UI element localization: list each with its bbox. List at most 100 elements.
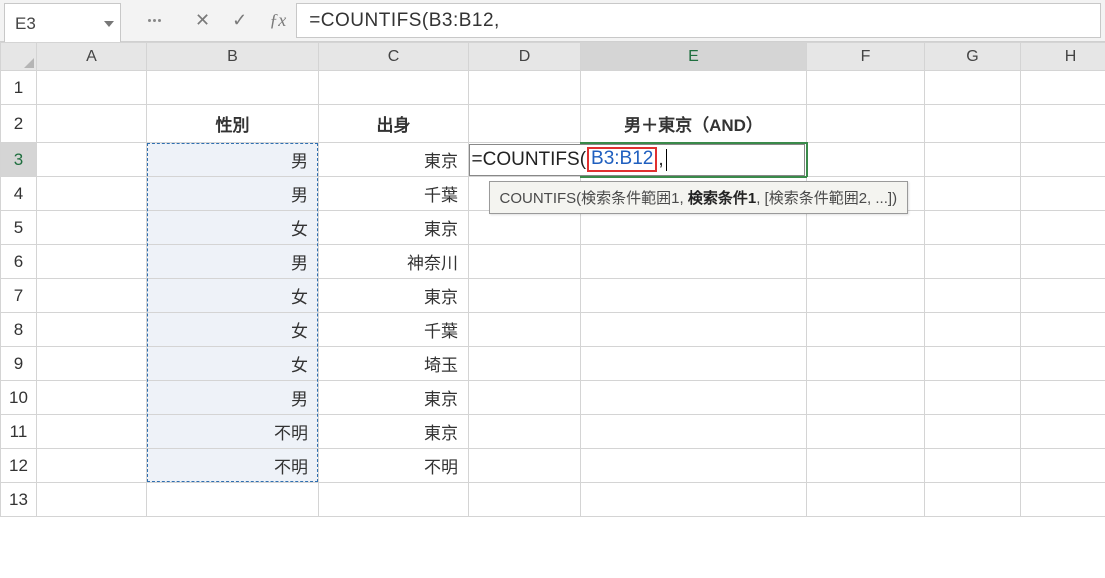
cell-H5[interactable] [1021,211,1105,245]
cell-G7[interactable] [925,279,1021,313]
cell-B6[interactable]: 男 [147,245,319,279]
cell-H13[interactable] [1021,483,1105,517]
cell-A9[interactable] [37,347,147,381]
cell-A1[interactable] [37,71,147,105]
cell-G10[interactable] [925,381,1021,415]
cell-C1[interactable] [319,71,469,105]
cell-G9[interactable] [925,347,1021,381]
col-header-G[interactable]: G [925,43,1021,71]
cell-E12[interactable] [581,449,807,483]
cell-A6[interactable] [37,245,147,279]
formula-input[interactable]: =COUNTIFS(B3:B12, [296,3,1101,38]
cell-A12[interactable] [37,449,147,483]
cell-G13[interactable] [925,483,1021,517]
name-box[interactable]: E3 [4,3,121,44]
cell-E10[interactable] [581,381,807,415]
cell-D13[interactable] [469,483,581,517]
chevron-down-icon[interactable] [104,21,114,27]
cell-F9[interactable] [807,347,925,381]
cell-F10[interactable] [807,381,925,415]
cell-C5[interactable]: 東京 [319,211,469,245]
cell-G2[interactable] [925,105,1021,143]
cell-A5[interactable] [37,211,147,245]
cell-C8[interactable]: 千葉 [319,313,469,347]
cell-D5[interactable] [469,211,581,245]
cell-E11[interactable] [581,415,807,449]
cell-F12[interactable] [807,449,925,483]
cell-B4[interactable]: 男 [147,177,319,211]
cell-A7[interactable] [37,279,147,313]
col-header-F[interactable]: F [807,43,925,71]
row-header-12[interactable]: 12 [1,449,37,483]
cell-C6[interactable]: 神奈川 [319,245,469,279]
cell-D11[interactable] [469,415,581,449]
cell-E8[interactable] [581,313,807,347]
cell-F5[interactable] [807,211,925,245]
function-arguments-tooltip[interactable]: COUNTIFS(検索条件範囲1, 検索条件1, [検索条件範囲2, ...]) [489,181,909,214]
cell-B7[interactable]: 女 [147,279,319,313]
cell-A10[interactable] [37,381,147,415]
cell-G3[interactable] [925,143,1021,177]
row-header-9[interactable]: 9 [1,347,37,381]
cell-G8[interactable] [925,313,1021,347]
cell-F11[interactable] [807,415,925,449]
cell-C10[interactable]: 東京 [319,381,469,415]
cell-H1[interactable] [1021,71,1105,105]
cell-G1[interactable] [925,71,1021,105]
cell-H8[interactable] [1021,313,1105,347]
cell-C13[interactable] [319,483,469,517]
col-header-E[interactable]: E [581,43,807,71]
col-header-D[interactable]: D [469,43,581,71]
cell-E5[interactable] [581,211,807,245]
col-header-C[interactable]: C [319,43,469,71]
cell-E6[interactable] [581,245,807,279]
cell-H6[interactable] [1021,245,1105,279]
row-header-11[interactable]: 11 [1,415,37,449]
row-header-6[interactable]: 6 [1,245,37,279]
select-all-corner[interactable] [1,43,37,71]
cell-B8[interactable]: 女 [147,313,319,347]
row-header-7[interactable]: 7 [1,279,37,313]
cell-H10[interactable] [1021,381,1105,415]
cell-H12[interactable] [1021,449,1105,483]
cell-A4[interactable] [37,177,147,211]
cell-F13[interactable] [807,483,925,517]
cell-H2[interactable] [1021,105,1105,143]
cell-D9[interactable] [469,347,581,381]
cell-G5[interactable] [925,211,1021,245]
cell-F6[interactable] [807,245,925,279]
col-header-B[interactable]: B [147,43,319,71]
cell-H3[interactable] [1021,143,1105,177]
header-and-result[interactable]: 男＋東京（AND） [581,105,807,143]
cell-H7[interactable] [1021,279,1105,313]
header-gender[interactable]: 性別 [147,105,319,143]
cell-G11[interactable] [925,415,1021,449]
cell-G12[interactable] [925,449,1021,483]
header-origin[interactable]: 出身 [319,105,469,143]
col-header-H[interactable]: H [1021,43,1105,71]
cell-F2[interactable] [807,105,925,143]
cell-E7[interactable] [581,279,807,313]
cell-D2[interactable] [469,105,581,143]
cell-C7[interactable]: 東京 [319,279,469,313]
cell-B3[interactable]: 男 [147,143,319,177]
row-header-10[interactable]: 10 [1,381,37,415]
cell-A13[interactable] [37,483,147,517]
cell-B12[interactable]: 不明 [147,449,319,483]
cell-D8[interactable] [469,313,581,347]
cell-F7[interactable] [807,279,925,313]
enter-icon[interactable]: ✓ [232,10,247,31]
cell-G4[interactable] [925,177,1021,211]
cell-D10[interactable] [469,381,581,415]
row-header-5[interactable]: 5 [1,211,37,245]
cell-D12[interactable] [469,449,581,483]
formula-bar-expand[interactable] [125,0,185,41]
cell-D1[interactable] [469,71,581,105]
fx-icon[interactable]: ƒx [269,10,286,31]
cell-A8[interactable] [37,313,147,347]
cell-B1[interactable] [147,71,319,105]
cell-D6[interactable] [469,245,581,279]
row-header-4[interactable]: 4 [1,177,37,211]
cell-C4[interactable]: 千葉 [319,177,469,211]
cancel-icon[interactable]: ✕ [195,10,210,31]
